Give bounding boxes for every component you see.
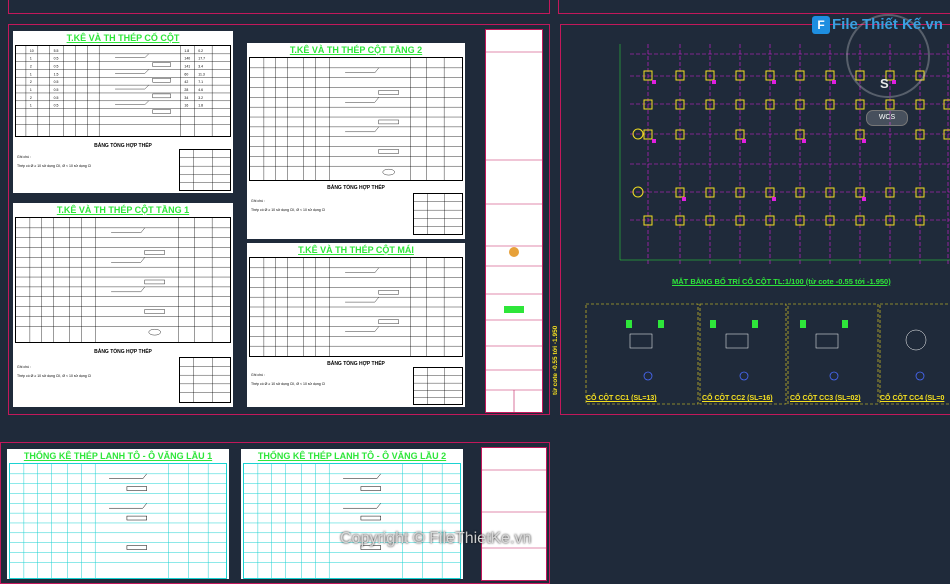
note-text: Thép có Ø ≥ 10 sử dụng CII, Ø < 10 sử dụ… [251,208,326,212]
logo-text: File Thiết Kế.vn [832,16,943,33]
summary-table [413,367,463,405]
svg-text:2: 2 [30,96,32,100]
svg-text:2: 2 [30,80,32,84]
logo-icon: F [812,16,830,34]
svg-text:3.2: 3.2 [198,96,203,100]
plan-caption: MẶT BẰNG BỐ TRÍ CỔ CỘT TL:1/100 (từ cote… [672,277,891,286]
table-panel-floor1: T.KÊ VÀ TH THÉP CỘT TẦNG 1 BẢNG TỔNG HỢP… [13,203,233,407]
note-label: Ghi chú : [17,365,32,369]
drawing-sheet-lintel-tables[interactable]: THỐNG KÊ THÉP LANH TÔ - Ô VĂNG LẦU 1 THỐ… [0,442,550,584]
rebar-schedule-table [15,217,231,343]
summary-title: BẢNG TỔNG HỢP THÉP [94,349,152,355]
svg-text:1.5: 1.5 [54,72,59,76]
summary-title: BẢNG TỔNG HỢP THÉP [327,185,385,191]
svg-text:0.5: 0.5 [54,104,59,108]
table-panel-floor2: T.KÊ VÀ TH THÉP CỘT TẦNG 2 BẢNG TỔNG HỢP… [247,43,465,239]
svg-text:1: 1 [30,88,32,92]
svg-text:7.1: 7.1 [198,80,203,84]
svg-text:16: 16 [184,104,188,108]
title-block-lines [486,51,542,412]
detail-caption-cc3: CỔ CỘT CC3 (SL=02) [790,395,861,402]
svg-text:1: 1 [30,72,32,76]
title-block-bottom[interactable] [481,447,547,581]
svg-text:10: 10 [30,49,34,53]
title-block[interactable] [485,29,543,413]
svg-text:1.8: 1.8 [184,49,189,53]
note-label: Ghi chú : [251,373,266,377]
svg-text:141: 141 [184,65,190,69]
svg-text:0.5: 0.5 [54,80,59,84]
summary-table [179,357,231,403]
compass-south-label: S [880,76,889,91]
svg-text:34: 34 [184,96,188,100]
drawing-sheet-column-tables[interactable]: T.KÊ VÀ TH THÉP CỔ CỘT 10 5.5 1.8 0.2 1 … [8,24,550,415]
svg-text:1: 1 [30,104,32,108]
svg-text:1: 1 [30,57,32,61]
lintel-schedule-table [243,463,461,579]
detail-caption-cc1: CỔ CỘT CC1 (SL=13) [586,395,657,402]
table-title: THỐNG KÊ THÉP LANH TÔ - Ô VĂNG LẦU 1 [23,451,213,461]
site-logo: F File Thiết Kế.vn [812,12,943,42]
summary-table [413,193,463,235]
title-block-lines [482,469,546,549]
svg-text:17.7: 17.7 [198,57,205,61]
top-sheet-fragment-left [8,0,550,14]
svg-text:2: 2 [30,65,32,69]
svg-text:0.5: 0.5 [54,96,59,100]
lintel-schedule-table [9,463,227,579]
summary-table [179,149,231,191]
svg-text:1.8: 1.8 [198,104,203,108]
note-text: Thép có Ø ≥ 10 sử dụng CII, Ø < 10 sử dụ… [251,382,326,386]
wcs-button[interactable]: WCS [866,110,908,126]
table-title: T.KÊ VÀ TH THÉP CỘT TẦNG 1 [56,205,190,215]
svg-text:11.3: 11.3 [198,72,205,76]
svg-text:60: 60 [184,72,188,76]
svg-text:28: 28 [184,88,188,92]
rebar-schedule-table [249,257,463,357]
table-panel-roof: T.KÊ VÀ TH THÉP CỘT MÁI BẢNG TỔNG HỢP TH… [247,243,465,407]
rebar-schedule-table: 10 5.5 1.8 0.2 1 0.5 140 17.7 2 0.5 141 3.4 1 1.5 6… [15,45,231,137]
svg-text:42: 42 [184,80,188,84]
note-text: Thép có Ø ≥ 10 sử dụng CII, Ø < 10 sử dụ… [17,374,92,378]
svg-text:3.4: 3.4 [198,65,203,69]
plan-side-label: từ cote -0.55 tới -1.950 [552,325,559,395]
svg-text:5.5: 5.5 [54,49,59,53]
detail-caption-cc2: CỔ CỘT CC2 (SL=16) [702,395,773,402]
table-title: T.KÊ VÀ TH THÉP CỘT TẦNG 2 [289,45,423,55]
rebar-schedule-table [249,57,463,181]
copyright-watermark: Copyright © FileThietKe.vn [340,530,532,547]
svg-text:0.5: 0.5 [54,57,59,61]
svg-text:0.5: 0.5 [54,65,59,69]
table-title: T.KÊ VÀ TH THÉP CỔ CỘT [66,33,180,43]
table-panel-lintel1: THỐNG KÊ THÉP LANH TÔ - Ô VĂNG LẦU 1 [7,449,229,579]
table-panel-column-base: T.KÊ VÀ TH THÉP CỔ CỘT 10 5.5 1.8 0.2 1 … [13,31,233,193]
table-panel-lintel2: THỐNG KÊ THÉP LANH TÔ - Ô VĂNG LẦU 2 [241,449,463,579]
table-title: T.KÊ VÀ TH THÉP CỘT MÁI [298,245,414,255]
note-label: Ghi chú : [17,155,32,159]
svg-text:140: 140 [184,57,190,61]
svg-text:0.2: 0.2 [198,49,203,53]
svg-text:0.5: 0.5 [54,88,59,92]
note-label: Ghi chú : [251,199,266,203]
svg-text:4.6: 4.6 [198,88,203,92]
note-text: Thép có Ø ≥ 10 sử dụng CII, Ø < 10 sử dụ… [17,164,92,168]
detail-caption-cc4: CỔ CỘT CC4 (SL=0 [880,395,945,402]
table-title: THỐNG KÊ THÉP LANH TÔ - Ô VĂNG LẦU 2 [257,451,447,461]
